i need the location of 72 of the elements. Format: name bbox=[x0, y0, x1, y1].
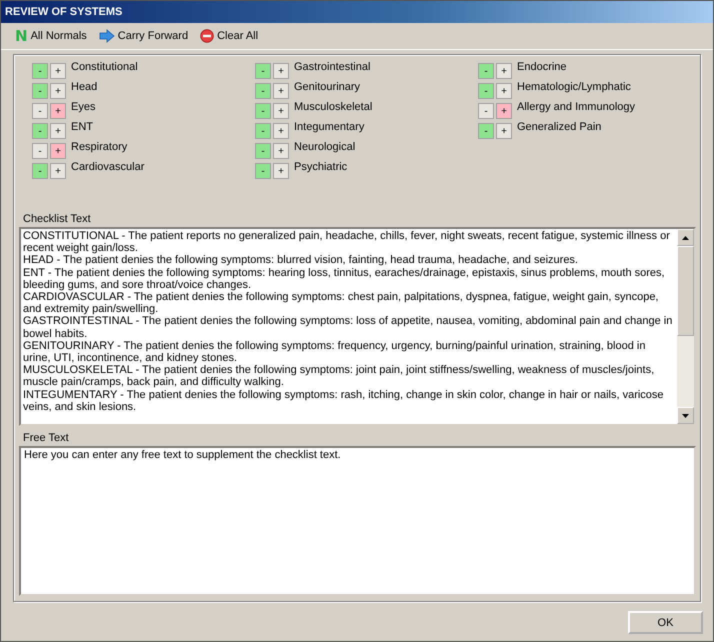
negative-toggle[interactable]: - bbox=[255, 123, 271, 139]
checklist-paragraph: ENT - The patient denies the following symptoms: hearing loss, tinnitus, earaches/drainage, epistaxis, sinus problems, mouth sores, bleeding gums, and sore throat/voice changes. bbox=[23, 266, 666, 292]
checklist-paragraph: CONSTITUTIONAL - The patient reports no generalized pain, headache, chills, fever, night sweats, recent fatigue, systemic illness or recent weight gain/loss. bbox=[23, 230, 671, 254]
negative-toggle[interactable]: - bbox=[32, 163, 48, 179]
clear-all-button[interactable]: Clear All bbox=[198, 29, 260, 43]
negative-toggle[interactable]: - bbox=[478, 103, 494, 119]
checklist-paragraph: HEAD - The patient denies the following symptoms: blurred vision, fainting, head trauma, headache, and seizures. bbox=[23, 254, 579, 267]
negative-toggle[interactable]: - bbox=[32, 123, 48, 139]
positive-toggle[interactable]: + bbox=[496, 63, 512, 79]
positive-toggle[interactable]: + bbox=[50, 123, 66, 139]
system-label: ENT bbox=[71, 121, 93, 133]
negative-toggle[interactable]: - bbox=[32, 103, 48, 119]
positive-toggle[interactable]: + bbox=[496, 103, 512, 119]
no-entry-icon bbox=[200, 29, 214, 43]
scrollbar[interactable] bbox=[677, 229, 694, 424]
negative-toggle[interactable]: - bbox=[478, 123, 494, 139]
scroll-down-icon[interactable] bbox=[677, 407, 694, 424]
ok-button[interactable]: OK bbox=[628, 611, 703, 634]
system-label: Genitourinary bbox=[294, 81, 360, 93]
positive-toggle[interactable]: + bbox=[50, 103, 66, 119]
negative-toggle[interactable]: - bbox=[255, 143, 271, 159]
positive-toggle[interactable]: + bbox=[496, 123, 512, 139]
system-label: Respiratory bbox=[71, 141, 128, 153]
negative-toggle[interactable]: - bbox=[32, 63, 48, 79]
checklist-text-area[interactable] bbox=[19, 227, 696, 426]
positive-toggle[interactable]: + bbox=[273, 103, 289, 119]
free-text-field[interactable]: Here you can enter any free text to supplement the checklist text. bbox=[19, 446, 696, 596]
negative-toggle[interactable]: - bbox=[255, 63, 271, 79]
positive-toggle[interactable]: + bbox=[273, 63, 289, 79]
system-label: Allergy and Immunology bbox=[517, 101, 636, 113]
system-label: Gastrointestinal bbox=[294, 61, 370, 73]
arrow-right-icon bbox=[98, 29, 115, 43]
negative-toggle[interactable]: - bbox=[255, 103, 271, 119]
system-label: Eyes bbox=[71, 101, 96, 113]
positive-toggle[interactable]: + bbox=[50, 63, 66, 79]
positive-toggle[interactable]: + bbox=[273, 123, 289, 139]
scroll-up-icon[interactable] bbox=[677, 229, 694, 246]
negative-toggle[interactable]: - bbox=[478, 63, 494, 79]
positive-toggle[interactable]: + bbox=[273, 163, 289, 179]
checklist-paragraph: CARDIOVASCULAR - The patient denies the following symptoms: chest pain, palpitations, dyspnea, fatigue, weight gain, syncope, and extremity pain/swelling. bbox=[23, 291, 660, 316]
negative-toggle[interactable]: - bbox=[478, 83, 494, 99]
positive-toggle[interactable]: + bbox=[496, 83, 512, 99]
checklist-paragraph: GASTROINTESTINAL - The patient denies the following symptoms: loss of appetite, nausea, vomiting, abdominal pain and change in bowel habits. bbox=[23, 315, 674, 340]
checklist-paragraph: INTEGUMENTARY - The patient denies the following symptoms: rash, itching, change in skin color, change in hair or nails, varicose veins, and skin lesions. bbox=[23, 388, 665, 414]
negative-toggle[interactable]: - bbox=[32, 143, 48, 159]
checklist-label: Checklist Text bbox=[22, 213, 92, 227]
all-normals-button[interactable]: N All Normals bbox=[13, 27, 89, 45]
checklist-paragraph: GENITOURINARY - The patient denies the following symptoms: frequency, urgency, burning/painful urination, straining, blood in urine, UTI, incontinence, and kidney stones. bbox=[23, 340, 646, 364]
free-text-label: Free Text bbox=[22, 432, 70, 446]
system-label: Neurological bbox=[294, 141, 356, 153]
system-label: Constitutional bbox=[71, 61, 138, 73]
negative-toggle[interactable]: - bbox=[32, 83, 48, 99]
system-label: Hematologic/Lymphatic bbox=[517, 81, 631, 93]
system-label: Endocrine bbox=[517, 61, 567, 73]
system-label: Musculoskeletal bbox=[294, 101, 372, 113]
window-title: REVIEW OF SYSTEMS bbox=[1, 1, 713, 23]
positive-toggle[interactable]: + bbox=[273, 143, 289, 159]
system-label: Cardiovascular bbox=[71, 161, 144, 173]
positive-toggle[interactable]: + bbox=[273, 83, 289, 99]
system-label: Psychiatric bbox=[294, 161, 348, 173]
system-label: Integumentary bbox=[294, 121, 364, 133]
scroll-thumb[interactable] bbox=[677, 246, 694, 336]
checklist-paragraph: MUSCULOSKELETAL - The patient denies the following symptoms: joint pain, joint stiffness/swelling, weakness of muscles/joints, muscle pain/cramps, back pain, and difficulty walking. bbox=[23, 364, 656, 389]
positive-toggle[interactable]: + bbox=[50, 163, 66, 179]
system-label: Generalized Pain bbox=[517, 121, 602, 133]
n-icon: N bbox=[15, 27, 28, 45]
positive-toggle[interactable]: + bbox=[50, 83, 66, 99]
system-label: Head bbox=[71, 81, 98, 93]
carry-forward-button[interactable]: Carry Forward bbox=[96, 29, 190, 43]
positive-toggle[interactable]: + bbox=[50, 143, 66, 159]
negative-toggle[interactable]: - bbox=[255, 163, 271, 179]
negative-toggle[interactable]: - bbox=[255, 83, 271, 99]
